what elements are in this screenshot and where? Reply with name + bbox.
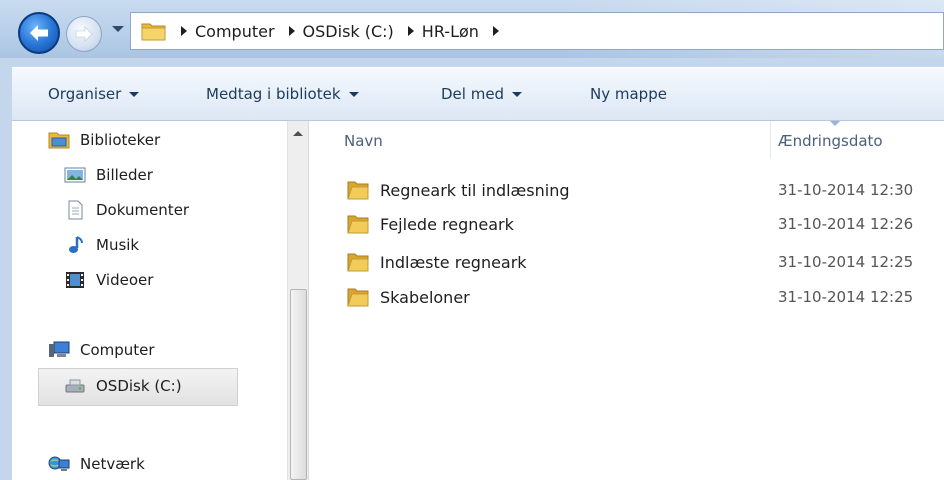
nav-scrollbar[interactable] bbox=[287, 121, 309, 480]
pictures-icon bbox=[64, 165, 86, 185]
new-folder-button[interactable]: Ny mappe bbox=[590, 85, 667, 103]
breadcrumb-osdisk[interactable]: OSDisk (C:) bbox=[303, 22, 394, 41]
nav-label: Dokumenter bbox=[96, 201, 190, 219]
share-with-label: Del med bbox=[441, 85, 505, 103]
nav-label: Netværk bbox=[80, 455, 145, 473]
organise-label: Organiser bbox=[48, 85, 122, 103]
window-frame-left bbox=[0, 58, 12, 480]
window-frame bbox=[0, 58, 944, 67]
command-bar: Organiser Medtag i bibliotek Del med Ny … bbox=[12, 67, 944, 121]
sort-indicator-icon bbox=[830, 121, 840, 126]
title-address-area: Computer OSDisk (C:) HR-Løn bbox=[0, 0, 944, 58]
nav-label: Computer bbox=[80, 341, 155, 359]
address-bar[interactable]: Computer OSDisk (C:) HR-Løn bbox=[130, 12, 944, 50]
back-button[interactable] bbox=[18, 12, 60, 54]
share-with-button[interactable]: Del med bbox=[441, 85, 523, 103]
documents-icon bbox=[64, 200, 86, 220]
file-name: Regneark til indlæsning bbox=[380, 180, 570, 200]
drive-icon bbox=[64, 376, 86, 396]
breadcrumb-separator-icon[interactable] bbox=[492, 26, 499, 36]
nav-item-documents[interactable]: Dokumenter bbox=[64, 200, 189, 220]
scroll-up-arrow-icon[interactable] bbox=[293, 131, 303, 136]
libraries-icon bbox=[48, 130, 70, 150]
folder-icon bbox=[346, 213, 370, 235]
breadcrumb-separator-icon[interactable] bbox=[288, 26, 295, 36]
nav-label: OSDisk (C:) bbox=[96, 377, 182, 395]
folder-icon bbox=[141, 20, 167, 42]
file-modified-date: 31-10-2014 12:30 bbox=[778, 181, 914, 199]
file-list-pane: Navn Ændringsdato Regneark til indlæsnin… bbox=[310, 121, 944, 480]
breadcrumb-hr-lon[interactable]: HR-Løn bbox=[422, 22, 479, 41]
chevron-down-icon bbox=[129, 91, 140, 97]
forward-arrow-icon bbox=[75, 26, 93, 42]
recent-pages-dropdown-icon[interactable] bbox=[112, 26, 124, 32]
file-name: Skabeloner bbox=[380, 287, 470, 307]
nav-item-network[interactable]: Netværk bbox=[48, 454, 145, 474]
nav-item-libraries[interactable]: Biblioteker bbox=[48, 130, 160, 150]
back-arrow-icon bbox=[30, 25, 48, 41]
new-folder-label: Ny mappe bbox=[590, 85, 667, 103]
forward-button[interactable] bbox=[66, 16, 102, 52]
file-modified-date: 31-10-2014 12:26 bbox=[778, 215, 914, 233]
videos-icon bbox=[64, 270, 86, 290]
nav-label: Billeder bbox=[96, 166, 153, 184]
include-in-library-button[interactable]: Medtag i bibliotek bbox=[206, 85, 359, 103]
nav-label: Biblioteker bbox=[80, 131, 161, 149]
scroll-thumb[interactable] bbox=[290, 289, 307, 480]
file-name: Fejlede regneark bbox=[380, 214, 514, 234]
folder-icon bbox=[346, 286, 370, 308]
chevron-down-icon bbox=[348, 91, 359, 97]
nav-item-music[interactable]: Musik bbox=[64, 235, 139, 255]
nav-label: Videoer bbox=[96, 271, 154, 289]
navigation-pane: Biblioteker Billeder Dokumenter Musik Vi… bbox=[12, 121, 287, 480]
nav-item-pictures[interactable]: Billeder bbox=[64, 165, 153, 185]
nav-item-videos[interactable]: Videoer bbox=[64, 270, 153, 290]
music-icon bbox=[64, 235, 86, 255]
folder-icon bbox=[346, 179, 370, 201]
computer-icon bbox=[48, 340, 70, 360]
column-header-name[interactable]: Navn bbox=[344, 132, 383, 150]
file-row[interactable]: Indlæste regneark 31-10-2014 12:25 bbox=[346, 245, 944, 279]
file-row[interactable]: Fejlede regneark 31-10-2014 12:26 bbox=[346, 207, 944, 241]
breadcrumb-computer[interactable]: Computer bbox=[195, 22, 275, 41]
breadcrumb-separator-icon[interactable] bbox=[407, 26, 414, 36]
nav-item-computer[interactable]: Computer bbox=[48, 340, 155, 360]
file-modified-date: 31-10-2014 12:25 bbox=[778, 253, 914, 271]
column-divider[interactable] bbox=[770, 121, 771, 159]
include-in-library-label: Medtag i bibliotek bbox=[206, 85, 341, 103]
column-header-modified[interactable]: Ændringsdato bbox=[778, 132, 883, 150]
organise-button[interactable]: Organiser bbox=[48, 85, 140, 103]
file-row[interactable]: Regneark til indlæsning 31-10-2014 12:30 bbox=[346, 173, 944, 207]
folder-icon bbox=[346, 251, 370, 273]
nav-item-osdisk[interactable]: OSDisk (C:) bbox=[64, 376, 182, 396]
nav-label: Musik bbox=[96, 236, 140, 254]
file-modified-date: 31-10-2014 12:25 bbox=[778, 288, 914, 306]
breadcrumb-separator-icon[interactable] bbox=[181, 26, 187, 36]
chevron-down-icon bbox=[512, 91, 523, 97]
file-row[interactable]: Skabeloner 31-10-2014 12:25 bbox=[346, 280, 944, 314]
file-name: Indlæste regneark bbox=[380, 252, 527, 272]
network-icon bbox=[48, 454, 70, 474]
